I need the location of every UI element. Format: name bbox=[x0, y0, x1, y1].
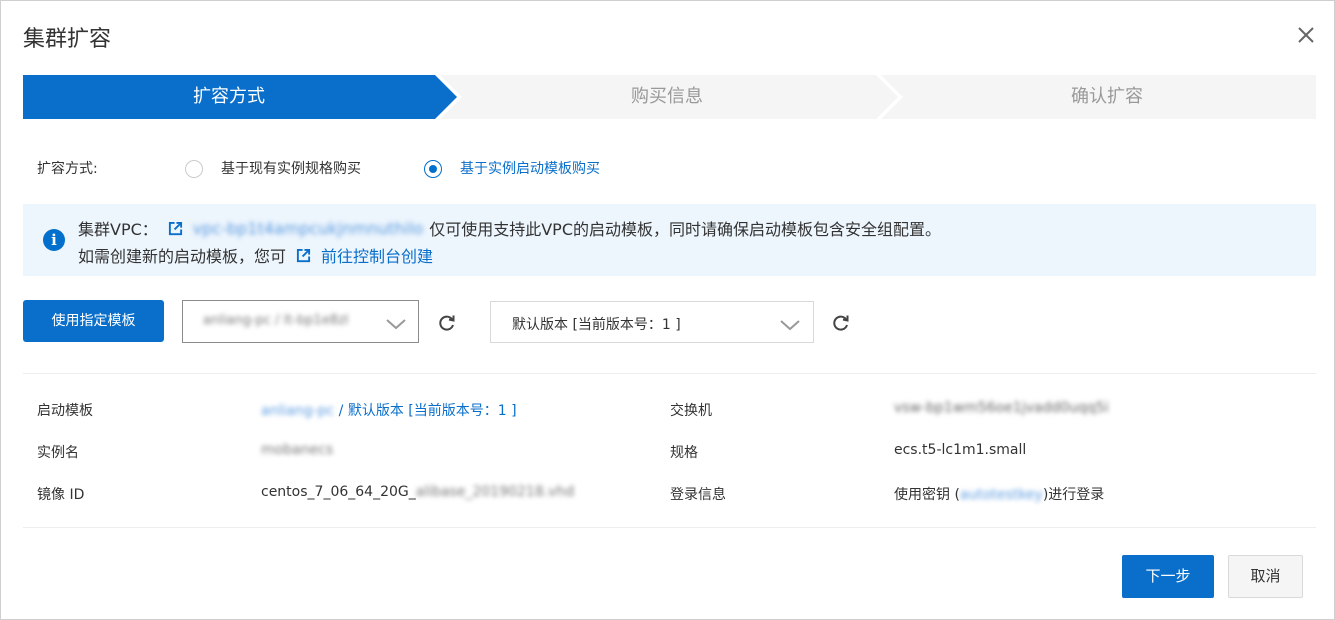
external-link-icon[interactable] bbox=[296, 248, 311, 263]
template-select-value: anliang-pc / lt-bp1e8zl bbox=[203, 313, 349, 328]
vswitch-label: 交换机 bbox=[670, 403, 712, 419]
radio-existing-spec-label: 基于现有实例规格购买 bbox=[221, 161, 361, 177]
version-select[interactable]: 默认版本 [当前版本号：1 ] bbox=[490, 301, 814, 343]
image-id-prefix: centos_7_06_64_20G_ bbox=[261, 484, 416, 500]
instance-name-value: mobanecs bbox=[261, 442, 334, 458]
info-icon: i bbox=[43, 229, 65, 251]
next-button[interactable]: 下一步 bbox=[1122, 555, 1214, 598]
image-id-value: centos_7_06_64_20G_alibase_20190218.vhd bbox=[261, 484, 574, 500]
step-2-label: 购买信息 bbox=[631, 86, 703, 107]
login-info-label: 登录信息 bbox=[670, 487, 726, 503]
radio-existing-spec[interactable]: 基于现有实例规格购买 bbox=[185, 160, 361, 178]
scale-out-dialog: 集群扩容 扩容方式 购买信息 确认扩容 扩容方式: 基于现有实例规格购买 基于实… bbox=[0, 0, 1335, 620]
divider bbox=[23, 527, 1316, 528]
external-link-icon[interactable] bbox=[168, 221, 183, 236]
step-progress: 扩容方式 购买信息 确认扩容 bbox=[23, 75, 1316, 119]
launch-template-value: anliang-pc / 默认版本 [当前版本号：1 ] bbox=[261, 400, 517, 420]
create-template-link[interactable]: 前往控制台创建 bbox=[321, 243, 433, 267]
radio-checked-icon bbox=[424, 160, 442, 178]
version-select-value: 默认版本 [当前版本号：1 ] bbox=[512, 317, 681, 333]
radio-unchecked-icon bbox=[185, 160, 203, 178]
info-notice: i 集群VPC： vpc-bp1t4ampcukjnmnuthilo 仅可使用支… bbox=[23, 204, 1316, 276]
divider bbox=[23, 373, 1316, 374]
step-3-label: 确认扩容 bbox=[1071, 86, 1143, 107]
radio-launch-template-label: 基于实例启动模板购买 bbox=[460, 161, 600, 177]
use-template-button[interactable]: 使用指定模板 bbox=[23, 300, 164, 342]
spec-label: 规格 bbox=[670, 445, 698, 461]
notice-vpc-prefix: 集群VPC： bbox=[78, 220, 158, 239]
notice-line-1: 集群VPC： vpc-bp1t4ampcukjnmnuthilo 仅可使用支持此… bbox=[78, 216, 941, 240]
dialog-title: 集群扩容 bbox=[23, 27, 112, 52]
close-icon[interactable] bbox=[1294, 23, 1318, 47]
login-info-value: 使用密钥 (autotestkey)进行登录 bbox=[894, 484, 1104, 504]
instance-name-label: 实例名 bbox=[37, 445, 79, 461]
chevron-down-icon bbox=[780, 320, 800, 331]
notice-create-prefix: 如需创建新的启动模板，您可 bbox=[78, 247, 287, 266]
login-prefix: 使用密钥 ( bbox=[894, 487, 960, 503]
template-select[interactable]: anliang-pc / lt-bp1e8zl bbox=[182, 300, 419, 343]
cancel-button[interactable]: 取消 bbox=[1228, 555, 1303, 598]
launch-template-name-link[interactable]: anliang-pc bbox=[261, 403, 334, 419]
notice-line-2: 如需创建新的启动模板，您可 前往控制台创建 bbox=[78, 243, 433, 267]
login-key-link[interactable]: autotestkey bbox=[960, 487, 1043, 503]
vpc-id-link[interactable]: vpc-bp1t4ampcukjnmnuthilo bbox=[193, 219, 423, 238]
launch-template-label: 启动模板 bbox=[37, 403, 93, 419]
login-suffix: )进行登录 bbox=[1042, 487, 1105, 503]
vswitch-value: vsw-bp1wm56oe1jvadd0uqq5i bbox=[894, 400, 1109, 416]
image-id-suffix: alibase_20190218.vhd bbox=[415, 484, 575, 500]
notice-vpc-suffix: 仅可使用支持此VPC的启动模板，同时请确保启动模板包含安全组配置。 bbox=[429, 220, 941, 239]
radio-launch-template[interactable]: 基于实例启动模板购买 bbox=[424, 160, 600, 178]
spec-value: ecs.t5-lc1m1.small bbox=[894, 442, 1027, 458]
launch-template-version-link[interactable]: / 默认版本 [当前版本号：1 ] bbox=[334, 403, 517, 419]
scale-mode-row: 扩容方式: 基于现有实例规格购买 基于实例启动模板购买 bbox=[37, 159, 937, 181]
image-id-label: 镜像 ID bbox=[37, 487, 85, 503]
step-1-label: 扩容方式 bbox=[193, 86, 265, 107]
refresh-icon[interactable] bbox=[437, 313, 457, 333]
chevron-down-icon bbox=[386, 319, 406, 330]
refresh-icon[interactable] bbox=[831, 313, 851, 333]
scale-mode-label: 扩容方式: bbox=[37, 161, 98, 177]
